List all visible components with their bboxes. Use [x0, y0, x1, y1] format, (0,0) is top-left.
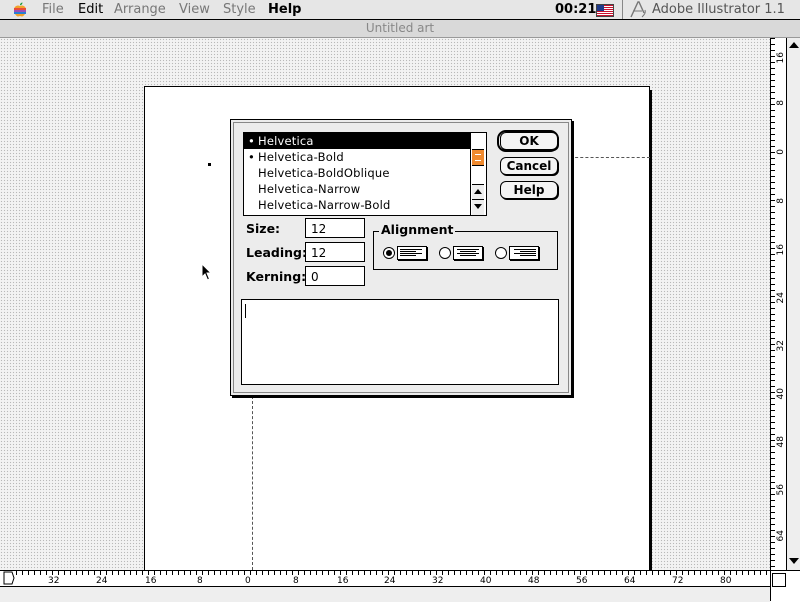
vruler-label: 8 — [776, 100, 786, 106]
apple-menu-icon[interactable] — [13, 2, 27, 17]
hruler-label: 80 — [720, 576, 732, 586]
hruler-label: 40 — [480, 576, 492, 586]
page-guide-vertical — [252, 396, 253, 570]
size-field[interactable]: 12 — [305, 218, 365, 238]
scroll-up-arrow-icon[interactable] — [789, 42, 799, 48]
align-right-radio[interactable] — [495, 247, 507, 259]
vruler-label: 8 — [776, 198, 786, 204]
leading-field[interactable]: 12 — [305, 242, 365, 262]
vertical-ruler: 16 8 0 8 16 24 32 40 48 56 64 — [770, 38, 787, 570]
font-list-scroll-up-button[interactable] — [472, 184, 484, 199]
alignment-label: Alignment — [379, 222, 456, 237]
help-button[interactable]: Help — [500, 181, 558, 199]
font-list-item[interactable]: Helvetica-BoldOblique — [244, 165, 470, 181]
scroll-down-arrow-icon[interactable] — [789, 558, 799, 564]
vruler-label: 32 — [776, 340, 786, 352]
menu-bar: File Edit Arrange View Style Help 00:21 … — [0, 0, 800, 20]
hruler-label: 64 — [624, 576, 636, 586]
kerning-field[interactable]: 0 — [305, 266, 365, 286]
anchor-point[interactable] — [208, 163, 211, 166]
bottom-ruler-area: 32 24 16 8 0 8 16 24 32 40 48 56 64 72 8… — [0, 570, 800, 602]
vruler-label: 0 — [776, 149, 786, 155]
menu-view[interactable]: View — [179, 2, 210, 17]
vruler-label: 64 — [776, 530, 786, 542]
hruler-label: 48 — [528, 576, 540, 586]
scroll-up-arrow-icon — [474, 189, 482, 194]
vruler-label: 56 — [776, 484, 786, 496]
hruler-label: 16 — [337, 576, 349, 586]
font-list-scroll-thumb[interactable] — [472, 149, 484, 166]
vertical-scrollbar[interactable] — [786, 38, 800, 570]
align-left-radio[interactable] — [383, 247, 395, 259]
horizontal-ruler: 32 24 16 8 0 8 16 24 32 40 48 56 64 72 8… — [16, 571, 770, 586]
font-list[interactable]: • Helvetica • Helvetica-Bold Helvetica-B… — [243, 132, 487, 216]
hruler-label: 72 — [672, 576, 684, 586]
cancel-button[interactable]: Cancel — [500, 157, 558, 175]
arrow-cursor-icon — [201, 263, 213, 281]
menu-help[interactable]: Help — [268, 2, 301, 17]
vruler-label: 24 — [776, 292, 786, 304]
font-name: Helvetica-BoldOblique — [258, 166, 390, 180]
font-name: Helvetica-Bold — [258, 150, 344, 164]
hruler-label: 56 — [576, 576, 588, 586]
vruler-label: 16 — [776, 244, 786, 256]
page-guide-horizontal — [570, 157, 650, 158]
hruler-label: 0 — [245, 576, 251, 586]
hruler-label: 24 — [384, 576, 396, 586]
font-marked-bullet: • — [248, 134, 255, 148]
text-entry-area[interactable] — [241, 299, 559, 385]
scroll-down-arrow-icon — [474, 204, 482, 209]
align-left-icon[interactable] — [397, 246, 427, 260]
font-marked-bullet: • — [248, 150, 255, 164]
hruler-label: 8 — [293, 576, 299, 586]
hruler-label: 32 — [48, 576, 60, 586]
menu-file[interactable]: File — [42, 2, 64, 17]
align-center-radio[interactable] — [439, 247, 451, 259]
hruler-label: 8 — [197, 576, 203, 586]
ok-button[interactable]: OK — [500, 132, 558, 150]
font-list-item[interactable]: Helvetica-Narrow — [244, 181, 470, 197]
window-title: Untitled art — [365, 21, 435, 35]
font-list-item[interactable]: • Helvetica-Bold — [244, 149, 470, 165]
illustrator-app-icon[interactable] — [629, 1, 647, 18]
artboard-shadow — [650, 90, 652, 570]
size-label: Size: — [246, 221, 281, 236]
align-center-icon[interactable] — [453, 246, 483, 260]
font-list-scroll-down-button[interactable] — [472, 199, 484, 215]
font-list-scrollbar[interactable] — [470, 133, 486, 215]
vruler-label: 16 — [776, 52, 786, 64]
align-right-icon[interactable] — [509, 246, 539, 260]
kerning-label: Kerning: — [246, 269, 307, 284]
text-caret — [245, 304, 246, 318]
menu-separator — [622, 0, 623, 19]
menu-style[interactable]: Style — [223, 2, 256, 17]
resize-box-icon[interactable] — [772, 573, 786, 587]
vruler-label: 40 — [776, 388, 786, 400]
type-style-dialog: • Helvetica • Helvetica-Bold Helvetica-B… — [230, 119, 572, 396]
window-title-bar[interactable]: Untitled art — [0, 20, 800, 38]
font-name: Helvetica — [258, 134, 314, 148]
hruler-label: 32 — [432, 576, 444, 586]
menu-arrange[interactable]: Arrange — [114, 2, 166, 17]
font-list-item[interactable]: Helvetica-Narrow-Bold — [244, 197, 470, 213]
application-menu-name[interactable]: Adobe Illustrator 1.1 — [652, 2, 785, 17]
leading-label: Leading: — [246, 245, 307, 260]
menu-edit[interactable]: Edit — [78, 2, 103, 17]
hruler-label: 24 — [96, 576, 108, 586]
vruler-label: 48 — [776, 436, 786, 448]
hruler-label: 16 — [145, 576, 157, 586]
keyboard-layout-flag-icon[interactable] — [596, 4, 614, 17]
font-name: Helvetica-Narrow-Bold — [258, 198, 391, 212]
ruler-origin-icon[interactable] — [2, 571, 16, 585]
menu-clock[interactable]: 00:21 — [555, 2, 596, 17]
font-name: Helvetica-Narrow — [258, 182, 361, 196]
font-list-item[interactable]: • Helvetica — [244, 133, 470, 149]
